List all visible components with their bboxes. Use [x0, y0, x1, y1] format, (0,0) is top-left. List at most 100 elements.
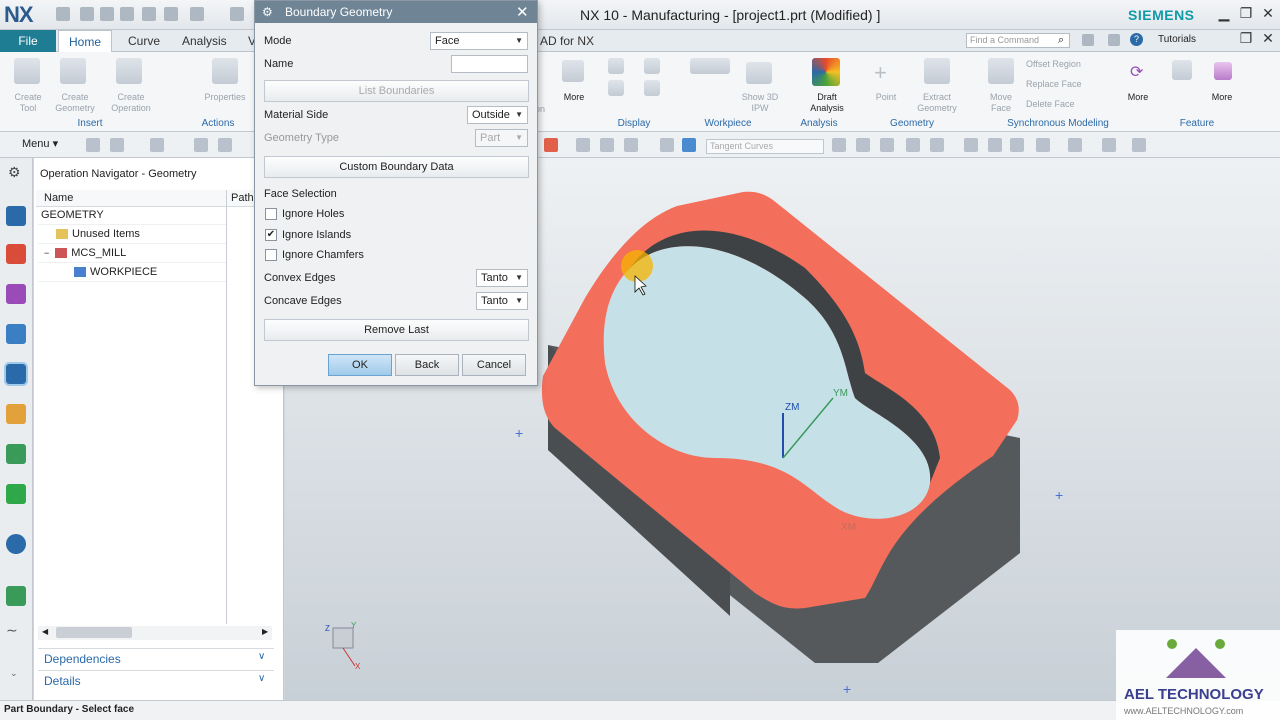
- tab-cad-for-nx[interactable]: AD for NX: [530, 30, 604, 52]
- view-tool-icon-3[interactable]: [1010, 138, 1024, 152]
- draft-analysis-icon[interactable]: [812, 58, 840, 86]
- tab-analysis[interactable]: Analysis: [172, 30, 237, 52]
- select-tool-icon-4[interactable]: [194, 138, 208, 152]
- tangent-curves-select[interactable]: Tangent Curves: [706, 139, 824, 154]
- view-tool-icon-4[interactable]: [1036, 138, 1050, 152]
- select-tool-icon-2[interactable]: [110, 138, 124, 152]
- display-tool-icon-3[interactable]: [608, 80, 624, 96]
- view-tool-icon-2[interactable]: [988, 138, 1002, 152]
- display-tool-icon-2[interactable]: [644, 58, 660, 74]
- create-operation-label[interactable]: Create Operation: [104, 92, 158, 114]
- ok-button[interactable]: OK: [328, 354, 392, 376]
- close-doc-icon[interactable]: ✕: [1258, 30, 1278, 48]
- replace-face-label[interactable]: Replace Face: [1026, 79, 1096, 90]
- create-operation-icon[interactable]: [116, 58, 142, 84]
- more-button-3[interactable]: More: [1204, 92, 1240, 103]
- material-side-select[interactable]: Outside ▼: [467, 106, 528, 124]
- tab-home[interactable]: Home: [58, 30, 113, 52]
- select-tool-icon-1[interactable]: [86, 138, 100, 152]
- chevron-down-icon[interactable]: ∨: [258, 651, 265, 662]
- create-geometry-label[interactable]: Create Geometry: [52, 92, 98, 114]
- help-icon[interactable]: ?: [1130, 33, 1143, 46]
- column-path[interactable]: Path: [231, 192, 254, 204]
- tree-row-mcs-mill[interactable]: − MCS_MILL: [38, 244, 226, 263]
- snap-tool-icon-2[interactable]: [856, 138, 870, 152]
- select-tool-icon-3[interactable]: [150, 138, 164, 152]
- snap-tool-icon-3[interactable]: [880, 138, 894, 152]
- cut-icon[interactable]: [120, 7, 134, 21]
- concave-edges-select[interactable]: Tanto ▼: [476, 292, 528, 310]
- settings-icon[interactable]: [1108, 34, 1120, 46]
- move-face-icon[interactable]: [988, 58, 1014, 84]
- chevron-down-icon[interactable]: ∨: [258, 673, 265, 684]
- cancel-button[interactable]: Cancel: [462, 354, 526, 376]
- constraint-navigator-icon[interactable]: [6, 244, 26, 264]
- create-tool-icon[interactable]: [14, 58, 40, 84]
- select-tool-icon-9[interactable]: [660, 138, 674, 152]
- touch-mode-icon[interactable]: [230, 7, 244, 21]
- display-tool-icon-1[interactable]: [608, 58, 624, 74]
- dialog-title[interactable]: Boundary Geometry: [255, 1, 537, 23]
- palette-icon[interactable]: [6, 586, 26, 606]
- close-window-icon[interactable]: ✕: [1258, 5, 1278, 23]
- search-icon[interactable]: ⌕: [1058, 34, 1064, 47]
- snap-tool-icon-1[interactable]: [832, 138, 846, 152]
- tab-curve[interactable]: Curve: [118, 30, 170, 52]
- create-tool-label[interactable]: Create Tool: [8, 92, 48, 114]
- collapse-icon[interactable]: −: [44, 248, 49, 258]
- view-tool-icon-6[interactable]: [1102, 138, 1116, 152]
- minimize-icon[interactable]: ▁: [1214, 5, 1234, 23]
- dependencies-panel-header[interactable]: Dependencies: [38, 648, 274, 668]
- tab-file[interactable]: File: [0, 30, 56, 52]
- draft-analysis-label[interactable]: Draft Analysis: [800, 92, 854, 114]
- point-label[interactable]: Point: [866, 92, 906, 103]
- feature-tool-icon[interactable]: [1172, 60, 1192, 80]
- column-divider[interactable]: [226, 190, 227, 624]
- operation-navigator-icon[interactable]: [4, 362, 28, 386]
- paste-icon[interactable]: [164, 7, 178, 21]
- save-icon[interactable]: [56, 7, 70, 21]
- properties-icon[interactable]: [212, 58, 238, 84]
- scroll-right-icon[interactable]: ▶: [262, 627, 268, 636]
- restore-doc-icon[interactable]: ❐: [1236, 30, 1256, 48]
- list-boundaries-button[interactable]: List Boundaries: [264, 80, 529, 102]
- view-tool-icon-5[interactable]: [1068, 138, 1082, 152]
- show-3d-ipw-label[interactable]: Show 3D IPW: [738, 92, 782, 114]
- menu-button[interactable]: Menu ▾: [22, 137, 58, 150]
- more-button-2[interactable]: More: [1120, 92, 1156, 103]
- roles-icon[interactable]: ∼: [6, 622, 18, 639]
- machine-tool-navigator-icon[interactable]: [6, 404, 26, 424]
- extract-geometry-icon[interactable]: [924, 58, 950, 84]
- face-filter-icon[interactable]: [682, 138, 696, 152]
- scroll-left-icon[interactable]: ◀: [42, 627, 48, 636]
- remove-last-button[interactable]: Remove Last: [264, 319, 529, 341]
- window-icon[interactable]: [1082, 34, 1094, 46]
- details-panel-header[interactable]: Details: [38, 670, 274, 690]
- find-command-input[interactable]: Find a Command: [966, 33, 1070, 48]
- offset-region-label[interactable]: Offset Region: [1026, 59, 1096, 70]
- snap-icon[interactable]: [544, 138, 558, 152]
- name-field[interactable]: [451, 55, 528, 73]
- create-geometry-icon[interactable]: [60, 58, 86, 84]
- reuse-library-icon[interactable]: [6, 324, 26, 344]
- select-tool-icon-7[interactable]: [600, 138, 614, 152]
- extract-geometry-label[interactable]: Extract Geometry: [914, 92, 960, 114]
- web-browser-icon[interactable]: [6, 534, 26, 554]
- mode-select[interactable]: Face ▼: [430, 32, 528, 50]
- gear-icon[interactable]: ⚙: [8, 164, 21, 181]
- custom-boundary-data-button[interactable]: Custom Boundary Data: [264, 156, 529, 178]
- move-face-label[interactable]: Move Face: [980, 92, 1022, 114]
- delete-face-label[interactable]: Delete Face: [1026, 99, 1096, 110]
- snap-tool-icon-5[interactable]: [930, 138, 944, 152]
- properties-label[interactable]: Properties: [196, 92, 254, 103]
- copy-icon[interactable]: [142, 7, 156, 21]
- ignore-islands-checkbox[interactable]: ✔: [265, 229, 277, 241]
- part-navigator-icon[interactable]: [6, 284, 26, 304]
- machining-feature-icon[interactable]: [6, 444, 26, 464]
- dialog-settings-icon[interactable]: ⚙: [262, 5, 273, 19]
- expand-more-icon[interactable]: ⌄: [10, 668, 18, 679]
- ignore-chamfers-checkbox[interactable]: [265, 249, 277, 261]
- tree-row-unused-items[interactable]: Unused Items: [38, 225, 226, 244]
- workpiece-tool-icons[interactable]: [690, 58, 730, 74]
- more-display-icon[interactable]: [562, 60, 584, 82]
